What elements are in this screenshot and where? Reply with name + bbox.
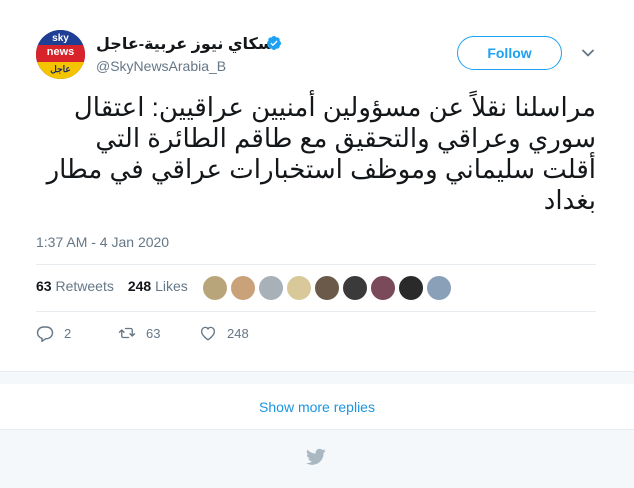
liker-avatar[interactable] bbox=[370, 275, 396, 301]
liker-avatar[interactable] bbox=[314, 275, 340, 301]
chevron-down-icon[interactable] bbox=[581, 46, 595, 60]
reply-button[interactable]: 2 bbox=[36, 324, 71, 342]
liker-avatar[interactable] bbox=[342, 275, 368, 301]
tweet-stats: 63 Retweets 248 Likes bbox=[36, 278, 188, 294]
tweet-text: مراسلنا نقلاً عن مسؤولين أمنيين عراقيين:… bbox=[46, 92, 596, 215]
like-button[interactable]: 248 bbox=[199, 324, 249, 342]
liker-avatar[interactable] bbox=[258, 275, 284, 301]
retweet-icon bbox=[118, 327, 136, 339]
likes-label: Likes bbox=[155, 278, 188, 294]
liker-avatar[interactable] bbox=[398, 275, 424, 301]
verified-badge-icon bbox=[266, 36, 281, 50]
avatar-text-news: news bbox=[46, 46, 75, 58]
likes-stat[interactable]: 248 Likes bbox=[128, 278, 188, 294]
tweet-card: sky news عاجل سكاي نيوز عربية-عاجل @SkyN… bbox=[0, 0, 634, 372]
display-name[interactable]: سكاي نيوز عربية-عاجل bbox=[96, 34, 274, 54]
retweet-button[interactable]: 63 bbox=[118, 324, 160, 342]
show-more-replies-link[interactable]: Show more replies bbox=[0, 384, 634, 430]
avatar-text-urgent: عاجل bbox=[50, 64, 71, 74]
tweet-timestamp[interactable]: 1:37 AM - 4 Jan 2020 bbox=[36, 234, 169, 250]
retweets-count: 63 bbox=[36, 278, 52, 294]
liker-avatar[interactable] bbox=[202, 275, 228, 301]
avatar[interactable]: sky news عاجل bbox=[36, 30, 85, 79]
reply-count: 2 bbox=[64, 325, 72, 341]
retweets-stat[interactable]: 63 Retweets bbox=[36, 278, 114, 294]
reply-icon bbox=[36, 326, 54, 342]
twitter-bird-icon bbox=[306, 448, 326, 465]
divider bbox=[36, 264, 596, 265]
like-count: 248 bbox=[227, 325, 249, 341]
liker-avatar[interactable] bbox=[426, 275, 452, 301]
liker-avatar[interactable] bbox=[286, 275, 312, 301]
retweet-count: 63 bbox=[146, 325, 161, 341]
follow-button[interactable]: Follow bbox=[457, 36, 562, 70]
liker-avatar[interactable] bbox=[230, 275, 256, 301]
heart-icon bbox=[200, 326, 216, 341]
avatar-text-sky: sky bbox=[52, 33, 69, 44]
section-gap bbox=[0, 372, 634, 384]
account-handle[interactable]: @SkyNewsArabia_B bbox=[96, 58, 226, 74]
divider bbox=[36, 311, 596, 312]
retweets-label: Retweets bbox=[55, 278, 114, 294]
likes-count: 248 bbox=[127, 278, 152, 294]
